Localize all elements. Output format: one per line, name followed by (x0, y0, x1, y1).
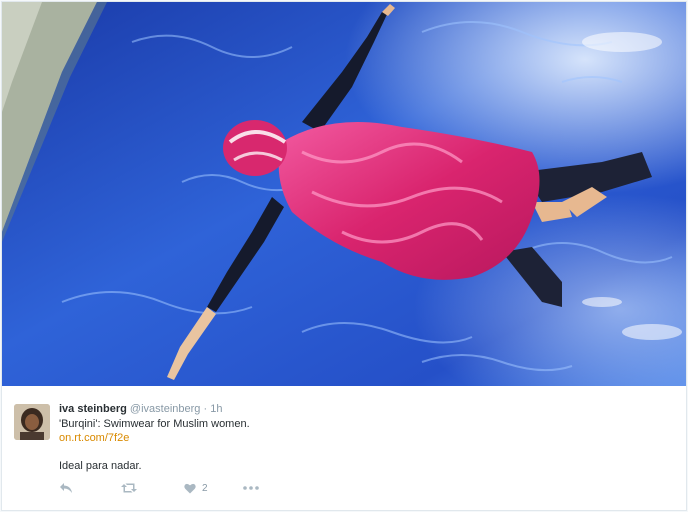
tweet-actions: 2 (59, 480, 359, 496)
avatar-image (14, 404, 50, 440)
like-button[interactable]: 2 (184, 480, 208, 496)
tweet-link[interactable]: on.rt.com/7f2e (59, 431, 659, 445)
tweet-photo[interactable] (2, 2, 686, 386)
tweet-body: iva steinberg @ivasteinberg · 1h 'Burqin… (2, 386, 686, 510)
more-icon (243, 486, 259, 490)
tweet-author-handle[interactable]: @ivasteinberg (130, 403, 200, 415)
reply-icon (60, 483, 72, 493)
more-button[interactable] (243, 480, 259, 496)
retweet-icon (121, 483, 137, 493)
heart-icon (184, 483, 196, 493)
tweet-text: 'Burqini': Swimwear for Muslim women. (59, 418, 250, 430)
swimmer-photo-illustration (2, 2, 686, 386)
tweet-header: iva steinberg @ivasteinberg · 1h (59, 402, 659, 416)
reply-button[interactable] (59, 480, 73, 496)
tweet-author-name[interactable]: iva steinberg (59, 403, 127, 415)
retweet-button[interactable] (121, 480, 137, 496)
header-separator: · (203, 403, 208, 415)
like-count: 2 (202, 482, 208, 494)
tweet-content: iva steinberg @ivasteinberg · 1h 'Burqin… (59, 402, 659, 473)
tweet-card: iva steinberg @ivasteinberg · 1h 'Burqin… (1, 1, 687, 511)
tweet-timestamp[interactable]: 1h (210, 403, 222, 415)
tweet-comment: Ideal para nadar. (59, 460, 142, 472)
avatar[interactable] (14, 404, 50, 440)
